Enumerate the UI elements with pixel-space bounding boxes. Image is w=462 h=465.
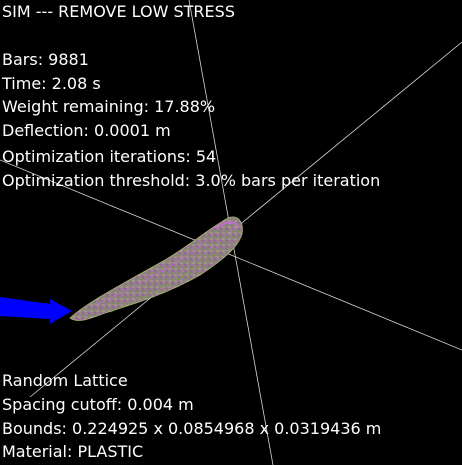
weight-remaining: Weight remaining: 17.88%	[2, 97, 216, 116]
spacing-cutoff: Spacing cutoff: 0.004 m	[2, 395, 194, 414]
load-arrow	[0, 297, 72, 324]
bars-count: Bars: 9881	[2, 50, 89, 69]
lattice-bounds: Bounds: 0.224925 x 0.0854968 x 0.0319436…	[2, 419, 382, 438]
material: Material: PLASTIC	[2, 442, 144, 461]
deflection: Deflection: 0.0001 m	[2, 121, 171, 140]
optimization-threshold: Optimization threshold: 3.0% bars per it…	[2, 171, 381, 190]
3d-viewport[interactable]: SIM --- REMOVE LOW STRESS Bars: 9881 Tim…	[0, 0, 462, 465]
sim-time: Time: 2.08 s	[2, 74, 101, 93]
lattice-structure[interactable]	[69, 216, 243, 321]
sim-mode-title: SIM --- REMOVE LOW STRESS	[2, 2, 235, 21]
lattice-type: Random Lattice	[2, 371, 128, 390]
axis-line-diagonal-up	[29, 41, 462, 398]
optimization-iterations: Optimization iterations: 54	[2, 147, 217, 166]
